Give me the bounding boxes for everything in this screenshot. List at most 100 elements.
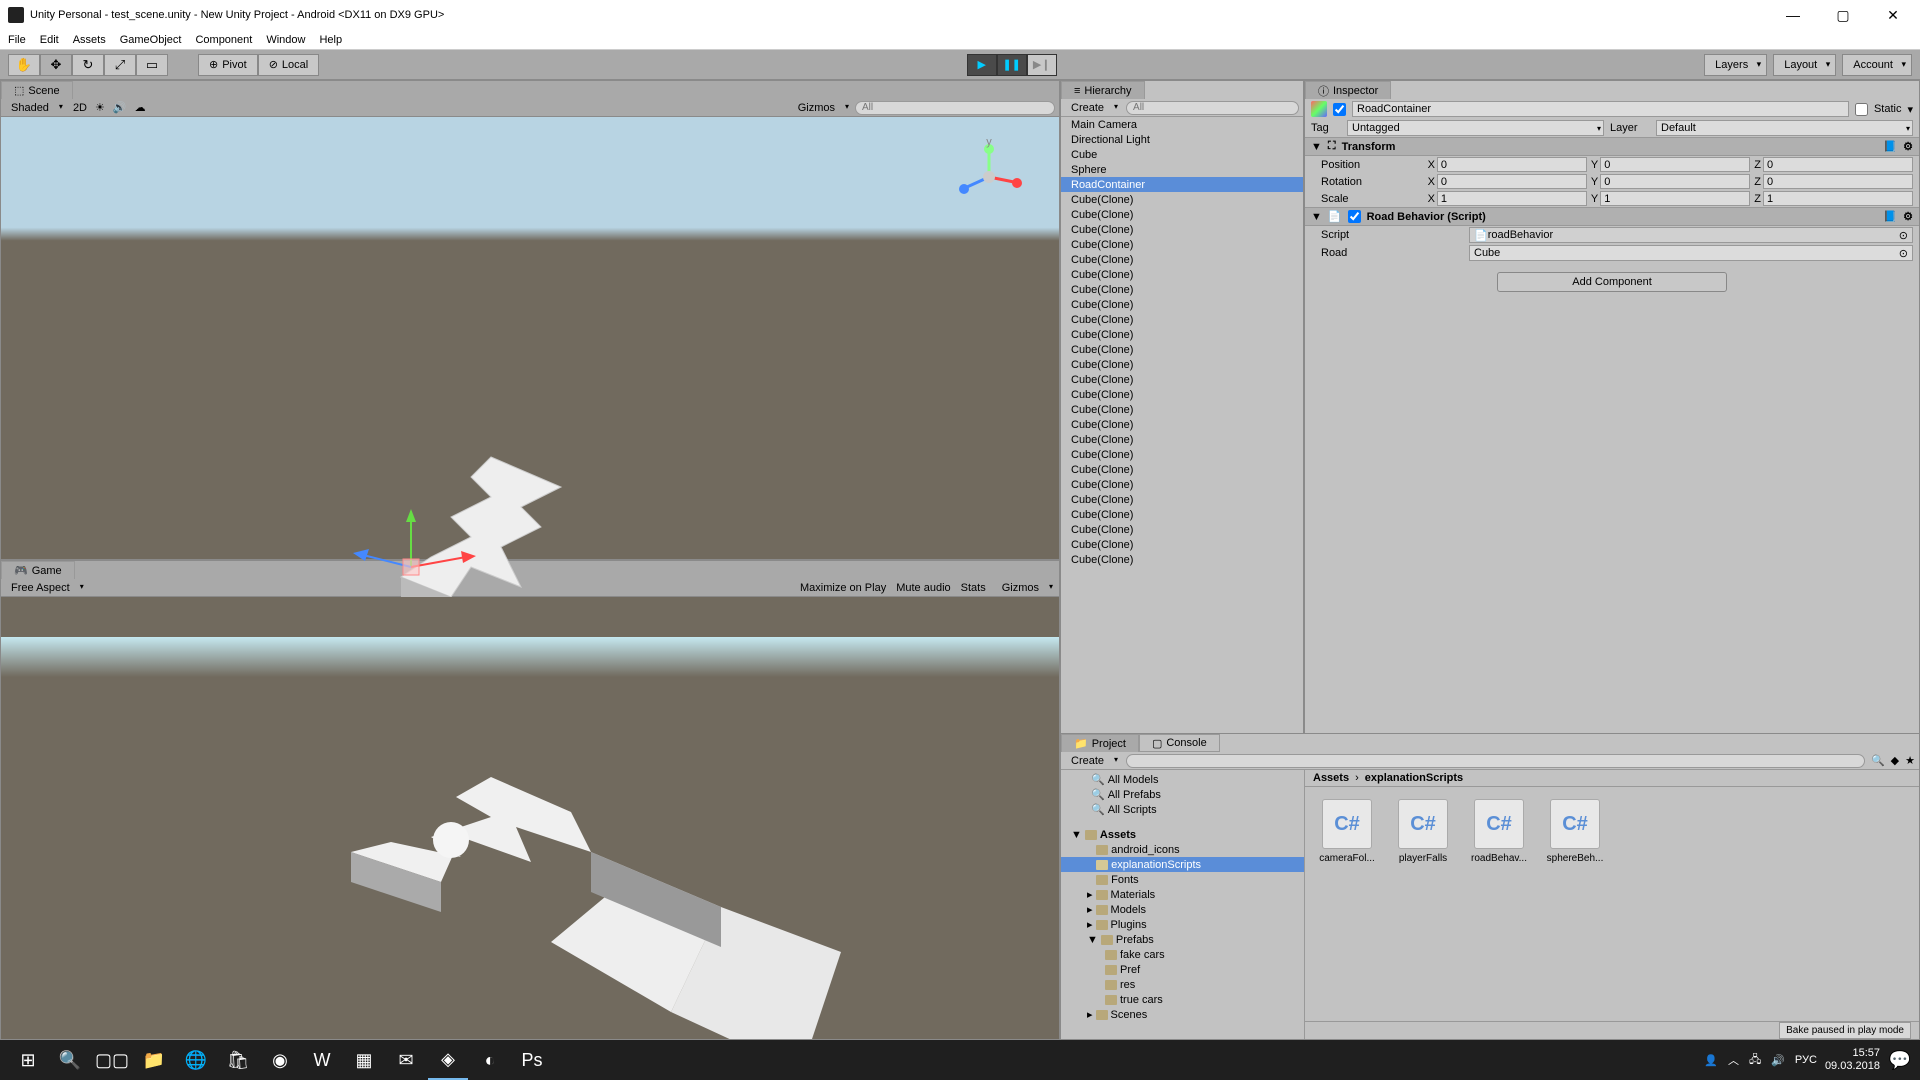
game-gizmos-dropdown[interactable]: Gizmos — [996, 582, 1055, 594]
hierarchy-item[interactable]: Cube(Clone) — [1061, 297, 1303, 312]
start-button[interactable]: ⊞ — [8, 1040, 48, 1080]
shading-mode-dropdown[interactable]: Shaded — [5, 102, 65, 114]
hierarchy-item[interactable]: Cube(Clone) — [1061, 237, 1303, 252]
minimize-button[interactable]: — — [1774, 4, 1812, 26]
project-tree[interactable]: 🔍 All Models 🔍 All Prefabs 🔍 All Scripts… — [1061, 770, 1305, 1039]
inspector-tab[interactable]: ⓘ Inspector — [1305, 81, 1391, 99]
menu-component[interactable]: Component — [195, 34, 252, 46]
hierarchy-item[interactable]: Cube(Clone) — [1061, 252, 1303, 267]
menu-gameobject[interactable]: GameObject — [120, 34, 182, 46]
scene-search-input[interactable] — [855, 101, 1055, 115]
fx-toggle-icon[interactable]: ☁ — [135, 101, 146, 114]
hierarchy-item[interactable]: Cube(Clone) — [1061, 432, 1303, 447]
hierarchy-item[interactable]: Cube(Clone) — [1061, 207, 1303, 222]
account-dropdown[interactable]: Account — [1842, 54, 1912, 76]
game-tab[interactable]: 🎮Game — [1, 561, 75, 579]
road-behavior-enabled-toggle[interactable] — [1348, 210, 1361, 223]
hierarchy-item[interactable]: Cube(Clone) — [1061, 417, 1303, 432]
hierarchy-item[interactable]: Sphere — [1061, 162, 1303, 177]
position-y-input[interactable] — [1600, 157, 1750, 172]
search-filter-icon[interactable]: 🔍 — [1871, 754, 1885, 767]
tree-assets-root[interactable]: ▼ Assets — [1061, 827, 1304, 842]
component-settings-icon[interactable]: ⚙ — [1903, 140, 1913, 153]
asset-grid[interactable]: C#cameraFol...C#playerFallsC#roadBehav..… — [1305, 787, 1919, 1021]
hierarchy-tab[interactable]: ≡ Hierarchy — [1061, 81, 1145, 99]
component-help-icon[interactable]: 📘 — [1883, 140, 1897, 153]
task-view-icon[interactable]: ▢▢ — [92, 1040, 132, 1080]
transform-component-header[interactable]: ▼ ⛶ Transform 📘 ⚙ — [1305, 137, 1919, 156]
add-component-button[interactable]: Add Component — [1497, 272, 1727, 292]
component-settings-icon[interactable]: ⚙ — [1903, 210, 1913, 223]
lighting-toggle-icon[interactable]: ☀ — [95, 101, 105, 114]
hierarchy-item[interactable]: Cube — [1061, 147, 1303, 162]
rotation-z-input[interactable] — [1763, 174, 1913, 189]
script-field[interactable]: 📄 roadBehavior⊙ — [1469, 227, 1913, 243]
hierarchy-create-dropdown[interactable]: Create — [1065, 102, 1120, 114]
hierarchy-item[interactable]: Cube(Clone) — [1061, 267, 1303, 282]
pivot-toggle[interactable]: ⊕ Pivot — [198, 54, 258, 76]
scale-z-input[interactable] — [1763, 191, 1913, 206]
hierarchy-item[interactable]: Cube(Clone) — [1061, 312, 1303, 327]
filter-type-icon[interactable]: ◆ — [1891, 754, 1899, 767]
gameobject-name-input[interactable] — [1352, 101, 1849, 117]
asset-item[interactable]: C#sphereBeh... — [1545, 799, 1605, 864]
edge-icon[interactable]: 🌐 — [176, 1040, 216, 1080]
project-create-dropdown[interactable]: Create — [1065, 755, 1120, 767]
scale-x-input[interactable] — [1437, 191, 1587, 206]
maximize-on-play-toggle[interactable]: Maximize on Play — [800, 582, 886, 594]
mute-audio-toggle[interactable]: Mute audio — [896, 582, 950, 594]
hierarchy-item[interactable]: Cube(Clone) — [1061, 282, 1303, 297]
tree-subfolder[interactable]: fake cars — [1061, 947, 1304, 962]
orientation-gizmo-icon[interactable]: y — [949, 137, 1029, 217]
component-help-icon[interactable]: 📘 — [1883, 210, 1897, 223]
hierarchy-item[interactable]: Cube(Clone) — [1061, 387, 1303, 402]
scene-tab[interactable]: ⬚Scene — [1, 81, 73, 99]
menu-assets[interactable]: Assets — [73, 34, 106, 46]
tree-filter-models[interactable]: 🔍 All Models — [1061, 772, 1304, 787]
move-tool[interactable]: ✥ — [40, 54, 72, 76]
layers-dropdown[interactable]: Layers — [1704, 54, 1767, 76]
scale-y-input[interactable] — [1600, 191, 1750, 206]
tree-folder[interactable]: ▸ Plugins — [1061, 917, 1304, 932]
hierarchy-item[interactable]: Cube(Clone) — [1061, 447, 1303, 462]
tree-filter-scripts[interactable]: 🔍 All Scripts — [1061, 802, 1304, 817]
asset-item[interactable]: C#playerFalls — [1393, 799, 1453, 864]
language-indicator[interactable]: РУС — [1795, 1054, 1817, 1066]
rotation-x-input[interactable] — [1437, 174, 1587, 189]
tree-folder[interactable]: explanationScripts — [1061, 857, 1304, 872]
word-icon[interactable]: W — [302, 1040, 342, 1080]
breadcrumb-folder[interactable]: explanationScripts — [1365, 772, 1463, 784]
tree-folder-scenes[interactable]: ▸ Scenes — [1061, 1007, 1304, 1022]
tree-subfolder[interactable]: true cars — [1061, 992, 1304, 1007]
rotate-tool[interactable]: ↻ — [72, 54, 104, 76]
tree-filter-prefabs[interactable]: 🔍 All Prefabs — [1061, 787, 1304, 802]
close-button[interactable]: ✕ — [1874, 4, 1912, 26]
project-breadcrumb[interactable]: Assets › explanationScripts — [1305, 770, 1919, 787]
tree-folder[interactable]: ▸ Models — [1061, 902, 1304, 917]
hierarchy-item[interactable]: Cube(Clone) — [1061, 222, 1303, 237]
hierarchy-item[interactable]: Cube(Clone) — [1061, 372, 1303, 387]
hierarchy-item[interactable]: Cube(Clone) — [1061, 507, 1303, 522]
rect-tool[interactable]: ▭ — [136, 54, 168, 76]
layout-dropdown[interactable]: Layout — [1773, 54, 1836, 76]
search-icon[interactable]: 🔍 — [50, 1040, 90, 1080]
scale-tool[interactable]: ⤢ — [104, 54, 136, 76]
tree-subfolder[interactable]: Pref — [1061, 962, 1304, 977]
explorer-icon[interactable]: 📁 — [134, 1040, 174, 1080]
hierarchy-item[interactable]: Cube(Clone) — [1061, 522, 1303, 537]
photoshop-icon[interactable]: Ps — [512, 1040, 552, 1080]
tree-folder[interactable]: Fonts — [1061, 872, 1304, 887]
tree-folder[interactable]: ▸ Materials — [1061, 887, 1304, 902]
tree-folder[interactable]: ▼ Prefabs — [1061, 932, 1304, 947]
asset-item[interactable]: C#cameraFol... — [1317, 799, 1377, 864]
stats-toggle[interactable]: Stats — [961, 582, 986, 594]
hierarchy-item[interactable]: Cube(Clone) — [1061, 537, 1303, 552]
mono-icon[interactable]: ◐ — [470, 1040, 510, 1080]
rotation-y-input[interactable] — [1600, 174, 1750, 189]
hierarchy-item[interactable]: Cube(Clone) — [1061, 192, 1303, 207]
menu-window[interactable]: Window — [266, 34, 305, 46]
chrome-icon[interactable]: ◉ — [260, 1040, 300, 1080]
menu-help[interactable]: Help — [319, 34, 342, 46]
position-z-input[interactable] — [1763, 157, 1913, 172]
save-search-icon[interactable]: ★ — [1905, 754, 1915, 767]
